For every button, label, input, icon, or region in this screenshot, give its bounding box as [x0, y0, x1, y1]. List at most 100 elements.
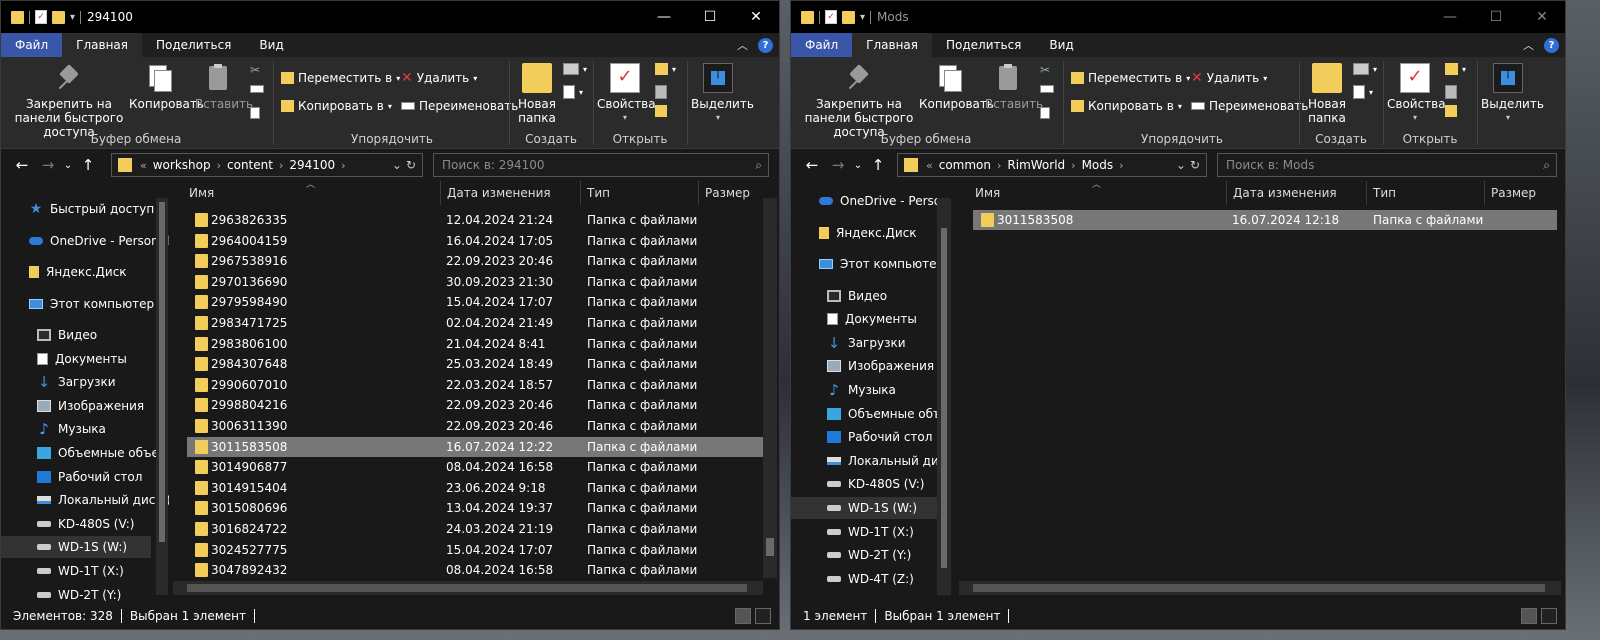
close-button[interactable]: ✕	[733, 1, 779, 33]
overflow-chevron-icon[interactable]: «	[140, 159, 147, 172]
file-row[interactable]: 3047892432 08.04.2024 16:58 Папка с файлам…	[187, 560, 763, 580]
properties-button[interactable]: ✓ Свойства ▾	[597, 63, 656, 125]
properties-quick-icon[interactable]: ✓	[825, 10, 837, 24]
refresh-icon[interactable]: ↻	[406, 158, 416, 172]
nav-item[interactable]: Этот компьютер	[791, 253, 944, 275]
search-input[interactable]: Поиск в: 294100 ⌕	[433, 153, 769, 177]
file-row[interactable]: 3014915404 23.06.2024 9:18 Папка с файлами	[187, 478, 763, 498]
nav-item[interactable]: Рабочий стол	[791, 426, 937, 448]
nav-item[interactable]: Изображения	[1, 395, 151, 417]
paste-shortcut-icon[interactable]	[1040, 107, 1050, 119]
copy-path-icon[interactable]	[250, 85, 264, 93]
copy-path-icon[interactable]	[1040, 85, 1054, 93]
column-header-date[interactable]: Дата изменения	[1227, 181, 1367, 205]
nav-item[interactable]: Видео	[1, 324, 151, 346]
nav-item[interactable]: Объемные объект	[791, 403, 951, 425]
file-row[interactable]: 3011583508 16.07.2024 12:22 Папка с файлам…	[187, 436, 763, 457]
nav-item[interactable]: Яндекс.Диск	[791, 222, 937, 244]
minimize-button[interactable]: —	[1427, 1, 1473, 33]
copy-button[interactable]: Копировать	[129, 63, 204, 111]
address-dropdown-icon[interactable]: ⌄	[392, 158, 402, 172]
file-list-horizontal-scrollbar[interactable]	[959, 581, 1561, 595]
column-header-size[interactable]: Размер	[1485, 181, 1561, 205]
nav-item[interactable]: ↓ Загрузки	[1, 371, 151, 393]
nav-item[interactable]: ♪ Музыка	[791, 379, 937, 401]
file-row[interactable]: 2964004159 16.04.2024 17:05 Папка с файлам…	[187, 231, 763, 251]
file-row[interactable]: 3015080696 13.04.2024 19:37 Папка с файлам…	[187, 498, 763, 518]
edit-icon[interactable]	[1445, 85, 1457, 99]
tab-view[interactable]: Вид	[1035, 33, 1087, 57]
nav-item[interactable]: Документы	[791, 308, 937, 330]
scrollbar-thumb[interactable]	[941, 228, 947, 568]
breadcrumb-item[interactable]: content	[227, 158, 273, 172]
nav-item[interactable]: Изображения	[791, 355, 937, 377]
large-icons-view-icon[interactable]	[1541, 608, 1557, 624]
refresh-icon[interactable]: ↻	[1190, 158, 1200, 172]
scrollbar-thumb[interactable]	[159, 202, 165, 542]
new-folder-button[interactable]: Новая папка	[515, 63, 559, 125]
file-row[interactable]: 3011583508 16.07.2024 12:18 Папка с файлам…	[973, 210, 1557, 230]
address-bar[interactable]: « workshop › content › 294100 › ⌄ ↻	[111, 153, 423, 177]
open-icon[interactable]: ▾	[1445, 63, 1466, 75]
new-item-icon[interactable]: ▾	[563, 63, 587, 75]
nav-item[interactable]: WD-4T (Z:)	[791, 568, 937, 590]
close-button[interactable]: ✕	[1519, 1, 1565, 33]
tab-share[interactable]: Поделиться	[142, 33, 245, 57]
overflow-chevron-icon[interactable]: «	[926, 159, 933, 172]
nav-item[interactable]: KD-480S (V:)	[791, 473, 937, 495]
history-icon[interactable]	[1445, 105, 1457, 117]
help-icon[interactable]: ?	[758, 37, 773, 53]
breadcrumb-item[interactable]: workshop	[153, 158, 211, 172]
address-bar[interactable]: « common › RimWorld › Mods › ⌄ ↻	[897, 153, 1207, 177]
minimize-button[interactable]: —	[641, 1, 687, 33]
breadcrumb-item[interactable]: common	[939, 158, 991, 172]
pin-quick-access-button[interactable]: Закрепить на панели быстрого доступа	[797, 63, 921, 139]
nav-item[interactable]: ★ Быстрый доступ	[1, 198, 154, 220]
copy-to-button[interactable]: Копировать в ▾	[281, 99, 392, 113]
rename-button[interactable]: Переименовать	[1191, 99, 1308, 113]
delete-button[interactable]: ✕ Удалить ▾	[1191, 71, 1267, 85]
file-list-horizontal-scrollbar[interactable]	[173, 581, 763, 595]
cut-icon[interactable]: ✂	[1040, 63, 1050, 77]
tab-share[interactable]: Поделиться	[932, 33, 1035, 57]
file-row[interactable]: 2970136690 30.09.2023 21:30 Папка с файлам…	[187, 272, 763, 292]
nav-item[interactable]: ↓ Загрузки	[791, 332, 937, 354]
search-input[interactable]: Поиск в: Mods ⌕	[1217, 153, 1557, 177]
nav-item[interactable]: Локальный диск (	[1, 489, 169, 511]
nav-item[interactable]: Яндекс.Диск	[1, 261, 151, 283]
file-list-scrollbar[interactable]	[763, 198, 777, 578]
file-row[interactable]: 2963826335 12.04.2024 21:24 Папка с файлам…	[187, 210, 763, 230]
collapse-ribbon-icon[interactable]: ︿	[1523, 37, 1534, 53]
address-dropdown-icon[interactable]: ⌄	[1176, 158, 1186, 172]
nav-item[interactable]: WD-1T (X:)	[791, 521, 937, 543]
file-list[interactable]: Имя Дата изменения Тип Размер ︿ 29638263…	[173, 181, 779, 603]
nav-item[interactable]: WD-1S (W:)	[791, 496, 937, 519]
new-item-icon[interactable]: ▾	[1353, 63, 1377, 75]
title-bar[interactable]: ✓ ▾ Mods — ☐ ✕	[791, 1, 1565, 33]
nav-item[interactable]: WD-1S (W:)	[1, 536, 151, 559]
nav-item[interactable]: WD-1T (X:)	[1, 560, 151, 582]
forward-icon[interactable]: →	[35, 156, 61, 174]
explorer-window-right[interactable]: ✓ ▾ Mods — ☐ ✕ Файл Главная Поделиться В…	[790, 0, 1566, 630]
new-folder-quick-icon[interactable]	[842, 10, 855, 24]
nav-item[interactable]: OneDrive - Personal	[791, 190, 951, 212]
file-row[interactable]: 3016824722 24.03.2024 21:19 Папка с файлам…	[187, 519, 763, 539]
file-row[interactable]: 2983806100 21.04.2024 8:41 Папка с файлами	[187, 334, 763, 354]
paste-button[interactable]: Вставить	[985, 63, 1043, 111]
pin-quick-access-button[interactable]: Закрепить на панели быстрого доступа	[7, 63, 131, 139]
navigation-pane[interactable]: OneDrive - Personal Яндекс.Диск Этот компь…	[791, 181, 951, 603]
column-header-type[interactable]: Тип	[581, 181, 699, 205]
nav-item[interactable]: ♪ Музыка	[1, 418, 151, 440]
breadcrumb-item[interactable]: 294100	[289, 158, 335, 172]
delete-button[interactable]: ✕ Удалить ▾	[401, 71, 477, 85]
back-icon[interactable]: ←	[799, 156, 825, 174]
new-folder-quick-icon[interactable]	[52, 10, 65, 24]
move-to-button[interactable]: Переместить в ▾	[281, 71, 400, 85]
up-icon[interactable]: ↑	[75, 156, 101, 174]
nav-item[interactable]: Рабочий стол	[1, 466, 151, 488]
details-view-icon[interactable]	[735, 608, 751, 624]
scrollbar-thumb[interactable]	[766, 538, 774, 556]
navigation-scrollbar[interactable]	[937, 198, 951, 595]
explorer-window-left[interactable]: ✓ ▾ 294100 — ☐ ✕ Файл Главная Поделиться…	[0, 0, 780, 630]
scrollbar-thumb[interactable]	[187, 584, 747, 592]
